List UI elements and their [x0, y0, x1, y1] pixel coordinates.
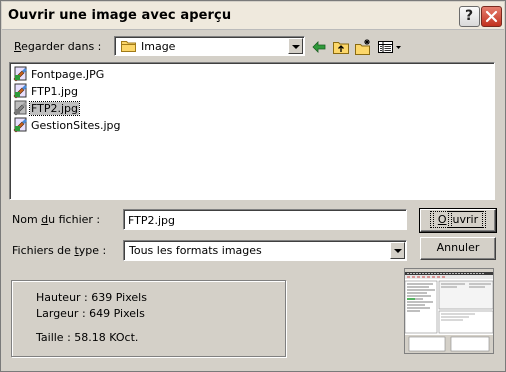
- file-type-label: Fichiers de type :: [12, 244, 107, 257]
- title-bar[interactable]: Ouvrir une image avec aperçu ?: [2, 2, 504, 30]
- open-button[interactable]: Ouvrir: [419, 208, 497, 233]
- file-name-value: FTP2.jpg: [128, 214, 176, 227]
- close-icon: [485, 10, 498, 23]
- file-type-value: Tous les formats images: [129, 244, 262, 257]
- image-file-icon: [13, 83, 27, 99]
- file-name: FTP2.jpg: [28, 101, 81, 116]
- look-in-value: Image: [141, 40, 176, 53]
- file-type-dropdown[interactable]: Tous les formats images: [123, 240, 407, 261]
- chevron-down-icon[interactable]: [288, 38, 303, 54]
- help-icon: ?: [465, 8, 474, 24]
- file-name-label: Nom du fichier :: [12, 213, 101, 226]
- file-name-field[interactable]: FTP2.jpg: [123, 209, 407, 230]
- image-file-icon: [13, 66, 27, 82]
- image-info-panel: Hauteur : 639 Pixels Largeur : 649 Pixel…: [11, 280, 286, 357]
- dialog-title: Ouvrir une image avec aperçu: [8, 8, 232, 23]
- look-in-label: Regarder dans :: [14, 40, 102, 53]
- close-button[interactable]: [481, 6, 502, 27]
- image-size: Taille : 58.18 KOct.: [36, 331, 139, 344]
- image-file-icon: [13, 100, 27, 116]
- folder-icon: [121, 41, 136, 52]
- file-name: GestionSites.jpg: [31, 119, 121, 132]
- look-in-dropdown[interactable]: Image: [114, 36, 305, 56]
- view-menu-icon[interactable]: [377, 38, 403, 56]
- file-name: Fontpage.JPG: [31, 68, 105, 81]
- image-width: Largeur : 649 Pixels: [36, 307, 145, 320]
- file-list[interactable]: Fontpage.JPG FTP1.jpg FTP2.jpg GestionSi…: [9, 62, 495, 200]
- help-button[interactable]: ?: [459, 6, 480, 27]
- image-preview: [404, 268, 494, 354]
- image-file-icon: [13, 117, 27, 133]
- preview-thumbnail: [405, 269, 493, 353]
- open-image-dialog: Ouvrir une image avec aperçu ? Regarder …: [0, 0, 506, 372]
- image-height: Hauteur : 639 Pixels: [36, 291, 147, 304]
- new-folder-icon[interactable]: [354, 38, 372, 56]
- up-folder-icon[interactable]: [332, 38, 350, 56]
- back-arrow-icon[interactable]: [310, 38, 328, 56]
- chevron-down-icon[interactable]: [390, 242, 405, 259]
- file-name: FTP1.jpg: [31, 85, 79, 98]
- cancel-button[interactable]: Annuler: [420, 237, 496, 260]
